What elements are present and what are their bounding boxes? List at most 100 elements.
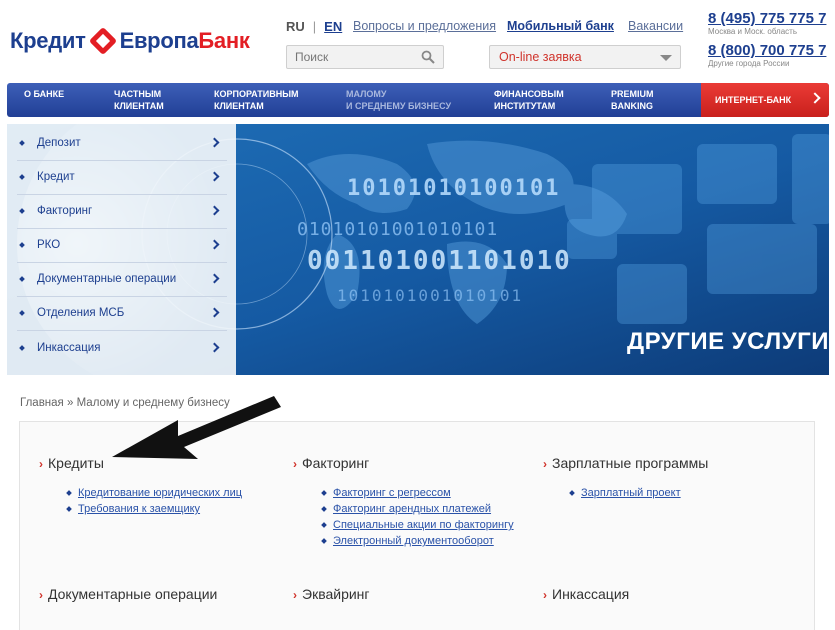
nav-private-clients[interactable]: Частным клиентам — [114, 88, 164, 112]
language-switcher: RU | EN — [286, 19, 342, 34]
category-title: Инкассация — [552, 586, 630, 602]
link-factoring-recourse[interactable]: Факторинг с регрессом — [333, 487, 451, 499]
binary-row-2: 01010101001010101 — [297, 219, 499, 240]
sidemenu-item-factoring[interactable]: Факторинг — [7, 194, 236, 228]
binary-row-4: 1010101001010101 — [337, 286, 524, 305]
chevron-right-icon — [209, 171, 220, 182]
nav-premium-banking[interactable]: Premium Banking — [611, 88, 654, 112]
lang-ru[interactable]: RU — [286, 19, 305, 34]
nav-about[interactable]: О банке — [24, 88, 64, 100]
marker-icon: › — [293, 588, 297, 602]
lang-separator: | — [312, 19, 317, 34]
bullet-icon — [19, 140, 25, 146]
bank-logo[interactable]: Кредит Европа Банк — [10, 24, 250, 58]
category-title: Эквайринг — [302, 586, 370, 602]
chevron-right-icon — [209, 239, 220, 250]
sidemenu-item-documentary[interactable]: Документарные операции — [7, 262, 236, 296]
sidemenu-item-branches[interactable]: Отделения МСБ — [7, 296, 236, 330]
category-title: Документарные операции — [48, 586, 218, 602]
internet-bank-button[interactable]: ИНТЕРНЕТ-БАНК — [701, 83, 829, 117]
mobile-bank-link[interactable]: Мобильный банк — [507, 19, 614, 33]
online-application-select[interactable]: On-line заявка — [489, 45, 681, 69]
link-borrower-requirements[interactable]: Требования к заемщику — [78, 503, 200, 515]
logo-word-europa: Европа — [119, 28, 199, 53]
category-title: Кредиты — [48, 455, 104, 471]
category-salary-programs[interactable]: › Зарплатные программы — [543, 455, 708, 471]
category-acquiring[interactable]: › Эквайринг — [293, 586, 370, 602]
bullet-icon — [19, 208, 25, 214]
nav-small-business-l2: и среднему бизнесу — [346, 101, 452, 111]
feedback-link[interactable]: Вопросы и предложения — [353, 19, 496, 33]
nav-corporate-l1: Корпоративным — [214, 89, 299, 99]
sidemenu-label: Документарные операции — [37, 273, 177, 285]
chevron-right-icon — [209, 137, 220, 148]
link-factoring-promos[interactable]: Специальные акции по факторингу — [333, 519, 514, 531]
chevron-right-icon — [209, 205, 220, 216]
chevron-right-icon — [209, 273, 220, 284]
jobs-link[interactable]: Вакансии — [628, 19, 683, 33]
sidemenu-label: Инкассация — [37, 342, 101, 354]
marker-icon: › — [39, 588, 43, 602]
nav-corporate-l2: клиентам — [214, 101, 264, 111]
nav-financial-institutions[interactable]: Финансовым институтам — [494, 88, 564, 112]
logo-word-bank: Банк — [198, 28, 250, 53]
sidemenu-label: Кредит — [37, 171, 75, 183]
nav-premium-l2: Banking — [611, 101, 653, 111]
sidemenu-label: Депозит — [37, 137, 81, 149]
lang-en[interactable]: EN — [324, 19, 342, 34]
search-icon[interactable] — [421, 50, 435, 64]
category-title: Зарплатные программы — [552, 455, 709, 471]
marker-icon: › — [39, 457, 43, 471]
breadcrumb-home[interactable]: Главная — [20, 397, 64, 409]
bullet-icon — [19, 242, 25, 248]
category-documentary[interactable]: › Документарные операции — [39, 586, 217, 602]
nav-financial-l2: институтам — [494, 101, 556, 111]
main-navigation: О банке Частным клиентам Корпоративным кли… — [7, 83, 829, 117]
logo-word-credit: Кредит — [10, 28, 86, 53]
category-collection[interactable]: › Инкассация — [543, 586, 629, 602]
category-title: Факторинг — [302, 455, 370, 471]
sidemenu-label: Факторинг — [37, 205, 93, 217]
breadcrumb-separator: » — [66, 397, 74, 409]
sidemenu-item-credit[interactable]: Кредит — [7, 160, 236, 194]
phone-russia[interactable]: 8 (800) 700 775 7 — [708, 42, 826, 59]
breadcrumb: Главная » Малому и среднему бизнесу — [20, 397, 230, 409]
bullet-icon — [19, 174, 25, 180]
phone-moscow-note: Москва и Моск. область — [708, 27, 797, 36]
phone-russia-note: Другие города России — [708, 59, 790, 68]
binary-row-1: 10101010100101 — [347, 176, 561, 201]
marker-icon: › — [543, 588, 547, 602]
link-factoring-rent[interactable]: Факторинг арендных платежей — [333, 503, 491, 515]
search-input[interactable] — [287, 46, 417, 68]
bullet-icon — [19, 310, 25, 316]
nav-private-l2: клиентам — [114, 101, 164, 111]
sidemenu-item-rko[interactable]: РКО — [7, 228, 236, 262]
hero-title: ДРУГИЕ УСЛУГИ — [627, 328, 830, 355]
marker-icon: › — [543, 457, 547, 471]
internet-bank-label: ИНТЕРНЕТ-БАНК — [715, 95, 792, 105]
online-application-label: On-line заявка — [499, 50, 582, 64]
chevron-right-icon — [209, 342, 220, 353]
chevron-right-icon — [209, 307, 220, 318]
sidemenu-item-collection[interactable]: Инкассация — [7, 331, 236, 365]
sidemenu-label: Отделения МСБ — [37, 307, 125, 319]
nav-corporate-clients[interactable]: Корпоративным клиентам — [214, 88, 299, 112]
logo-diamond-icon — [88, 26, 117, 56]
phone-moscow[interactable]: 8 (495) 775 775 7 — [708, 10, 826, 27]
binary-row-3: 001101001101010 — [307, 246, 572, 276]
nav-private-l1: Частным — [114, 89, 162, 99]
link-salary-project[interactable]: Зарплатный проект — [581, 487, 681, 499]
marker-icon: › — [293, 457, 297, 471]
sidemenu-item-deposit[interactable]: Депозит — [7, 126, 236, 160]
category-factoring[interactable]: › Факторинг — [293, 455, 369, 471]
category-credits[interactable]: › Кредиты — [39, 455, 104, 471]
bullet-icon — [19, 276, 25, 282]
link-corporate-lending[interactable]: Кредитование юридических лиц — [78, 487, 242, 499]
breadcrumb-current: Малому и среднему бизнесу — [76, 397, 230, 409]
chevron-down-icon — [660, 55, 672, 61]
bullet-icon — [19, 345, 25, 351]
nav-small-business-l1: Малому — [346, 89, 387, 99]
link-electronic-docs[interactable]: Электронный документооборот — [333, 535, 494, 547]
sidemenu-label: РКО — [37, 239, 61, 251]
nav-small-business[interactable]: Малому и среднему бизнесу — [346, 88, 451, 112]
